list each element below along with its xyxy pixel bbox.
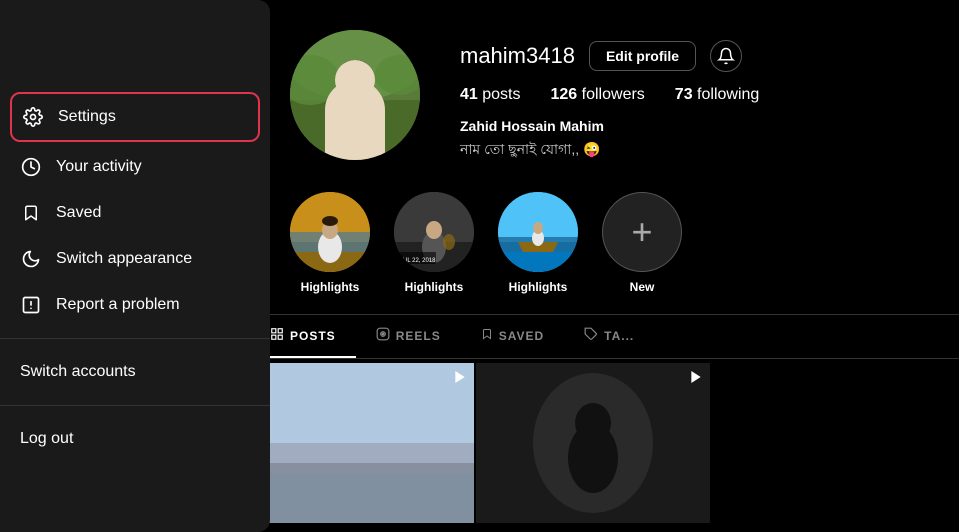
logout-label: Log out [20,430,73,447]
posts-grid-icon [270,327,284,344]
tabs-row: POSTS REELS SAVED [240,315,959,359]
tagged-icon [584,327,598,344]
highlight-image-3 [498,192,578,272]
profile-top: mahim3418 Edit profile 41 posts 126 foll… [240,0,959,182]
menu-item-report-problem[interactable]: Report a problem [0,282,270,328]
highlight-item-1[interactable]: Highlights [290,192,370,294]
saved-tab-icon [481,327,493,344]
activity-icon [20,156,42,178]
posts-grid-preview [240,359,959,527]
highlight-image-2: JUL 22, 2018 [394,192,474,272]
posts-stat: 41 posts [460,86,521,104]
bio-name: Zahid Hossain Mahim [460,118,929,134]
menu-label-settings: Settings [58,108,116,126]
tab-saved[interactable]: SAVED [461,315,564,358]
highlight-circle-3 [498,192,578,272]
menu-divider-1 [0,338,270,339]
settings-icon [22,106,44,128]
menu-item-switch-appearance[interactable]: Switch appearance [0,236,270,282]
highlight-circle-new: + [602,192,682,272]
reel-indicator-1 [452,369,468,390]
highlight-label-2: Highlights [405,280,464,294]
add-highlight-icon: + [631,211,652,253]
menu-label-saved: Saved [56,204,101,222]
profile-area: mahim3418 Edit profile 41 posts 126 foll… [240,0,959,532]
saved-icon [20,202,42,224]
posts-tab-label: POSTS [290,329,336,343]
menu-item-saved[interactable]: Saved [0,190,270,236]
menu-item-your-activity[interactable]: Your activity [0,144,270,190]
username: mahim3418 [460,43,575,69]
switch-accounts-label: Switch accounts [20,363,136,380]
highlight-circle-1 [290,192,370,272]
post-thumbnail-1[interactable] [240,363,474,523]
post-thumbnail-2[interactable] [476,363,710,523]
edit-profile-button[interactable]: Edit profile [589,41,696,71]
side-menu: Settings Your activity Saved Switch appe… [0,0,270,532]
highlight-label-1: Highlights [301,280,360,294]
tab-tagged[interactable]: TA... [564,315,654,358]
username-row: mahim3418 Edit profile [460,40,929,72]
avatar-image [290,30,420,160]
menu-item-settings[interactable]: Settings [10,92,260,142]
notification-icon[interactable] [710,40,742,72]
menu-item-logout[interactable]: Log out [0,416,270,462]
warning-icon [20,294,42,316]
svg-text:JUL 22, 2018: JUL 22, 2018 [400,258,436,264]
moon-icon [20,248,42,270]
avatar-svg [290,30,420,160]
highlight-label-3: Highlights [509,280,568,294]
following-stat[interactable]: 73 following [675,86,760,104]
menu-divider-2 [0,405,270,406]
reels-icon [376,327,390,344]
menu-label-switch-appearance: Switch appearance [56,250,192,268]
reel-indicator-2 [688,369,704,390]
highlight-item-2[interactable]: JUL 22, 2018 Highlights [394,192,474,294]
menu-label-report-problem: Report a problem [56,296,180,314]
profile-info: mahim3418 Edit profile 41 posts 126 foll… [460,30,929,162]
bio-text: নাম তো ছুনাই যোগা,, 😜 [460,138,929,162]
highlight-circle-2: JUL 22, 2018 [394,192,474,272]
highlight-item-new[interactable]: + New [602,192,682,294]
followers-stat[interactable]: 126 followers [551,86,645,104]
menu-label-your-activity: Your activity [56,158,142,176]
avatar [290,30,420,160]
highlight-image-1 [290,192,370,272]
highlight-label-new: New [630,280,655,294]
stats-row: 41 posts 126 followers 73 following [460,86,929,104]
tab-reels[interactable]: REELS [356,315,461,358]
highlights-section: Highlights JUL 22, 2018 [240,182,959,315]
saved-tab-label: SAVED [499,329,544,343]
tagged-tab-label: TA... [604,329,634,343]
menu-item-switch-accounts[interactable]: Switch accounts [0,349,270,395]
reels-tab-label: REELS [396,329,441,343]
highlight-item-3[interactable]: Highlights [498,192,578,294]
